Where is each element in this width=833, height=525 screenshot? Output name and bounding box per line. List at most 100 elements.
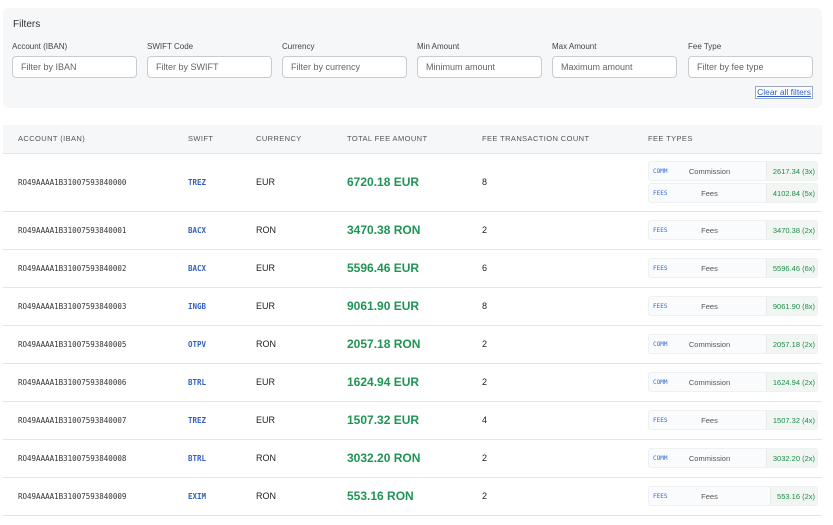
swift-cell: BTRL [188,439,256,478]
header-total-fee[interactable]: TOTAL FEE AMOUNT [347,125,482,154]
fees-table: ACCOUNT (IBAN) SWIFT CURRENCY TOTAL FEE … [3,125,822,516]
fee-code: FEES [653,492,668,500]
fee-name: Commission [688,339,731,349]
swift-cell: TREZ [188,401,256,440]
fee-type-chip: COMM Commission 1624.94 (2x) [648,372,818,392]
fee-types-cell: FEES Fees 5596.46 (6x) [648,249,822,288]
fee-amount: 1624.94 (2x) [765,373,817,391]
fee-count-cell: 6 [482,249,648,288]
total-fee-cell: 5596.46 EUR [347,249,482,288]
table-row[interactable]: RO49AAAA1B31007593840007 TREZ EUR 1507.32 E… [3,401,822,440]
table-row[interactable]: RO49AAAA1B31007593840001 BACX RON 3470.38 R… [3,211,822,250]
account-cell: RO49AAAA1B31007593840009 [3,477,188,516]
fee-code: FEES [653,264,668,272]
fee-name: Commission [688,377,731,387]
fee-type-chip: FEES Fees 4102.84 (5x) [648,183,818,203]
header-swift[interactable]: SWIFT [188,125,256,154]
swift-cell: BACX [188,211,256,250]
header-account[interactable]: ACCOUNT (IBAN) [3,125,188,154]
fee-types-cell: COMM Commission 2057.18 (2x) [648,325,822,364]
filter-max-amount-label: Max Amount [552,42,597,51]
fee-amount: 2617.34 (3x) [765,162,817,180]
fee-type-filter-input[interactable] [688,56,813,78]
fee-type-chip: FEES Fees 9061.90 (8x) [648,296,818,316]
fee-count-cell: 2 [482,477,648,516]
iban-filter-input[interactable] [12,56,137,78]
table-row[interactable]: RO49AAAA1B31007593840000 TREZ EUR 6720.18 E… [3,153,822,212]
account-cell: RO49AAAA1B31007593840000 [3,153,188,212]
min-amount-input[interactable] [417,56,542,78]
total-fee-cell: 3470.38 RON [347,211,482,250]
swift-cell: INGB [188,287,256,326]
currency-cell: EUR [256,363,347,402]
fee-type-chip: FEES Fees 1507.32 (4x) [648,410,818,430]
fee-name: Fees [701,225,718,235]
filter-min-amount-label: Min Amount [417,42,460,51]
account-cell: RO49AAAA1B31007593840005 [3,325,188,364]
filter-fee-type-label: Fee Type [688,42,722,51]
fee-count-cell: 8 [482,153,648,212]
fee-types-cell: COMM Commission 2617.34 (3x) FEES Fees 4102.8… [648,153,822,212]
filter-currency: Currency [282,42,407,78]
account-cell: RO49AAAA1B31007593840006 [3,363,188,402]
fee-name: Fees [701,415,718,425]
fee-type-chip: FEES Fees 553.16 (2x) [648,486,818,506]
currency-filter-input[interactable] [282,56,407,78]
fee-amount: 553.16 (2x) [770,487,817,505]
filters-panel: Filters Account (IBAN) SWIFT Code Curren… [3,8,822,108]
max-amount-input[interactable] [552,56,677,78]
currency-cell: RON [256,439,347,478]
fee-types-cell: COMM Commission 3032.20 (2x) [648,439,822,478]
filters-title: Filters [13,19,41,30]
currency-cell: RON [256,477,347,516]
currency-cell: EUR [256,249,347,288]
fee-count-cell: 2 [482,363,648,402]
fee-type-chip: COMM Commission 2617.34 (3x) [648,161,818,181]
header-fee-types[interactable]: FEE TYPES [648,125,822,154]
table-row[interactable]: RO49AAAA1B31007593840002 BACX EUR 5596.46 E… [3,249,822,288]
fee-count-cell: 4 [482,401,648,440]
fee-name: Fees [701,491,718,501]
swift-cell: OTPV [188,325,256,364]
table-row[interactable]: RO49AAAA1B31007593840008 BTRL RON 3032.20 R… [3,439,822,478]
swift-cell: EXIM [188,477,256,516]
fee-code: COMM [653,378,668,386]
currency-cell: EUR [256,153,347,212]
filter-currency-label: Currency [282,42,315,51]
fee-count-cell: 2 [482,325,648,364]
table-row[interactable]: RO49AAAA1B31007593840006 BTRL EUR 1624.94 E… [3,363,822,402]
fee-code: FEES [653,189,668,197]
table-row[interactable]: RO49AAAA1B31007593840005 OTPV RON 2057.18 R… [3,325,822,364]
header-currency[interactable]: CURRENCY [256,125,347,154]
table-header-row: ACCOUNT (IBAN) SWIFT CURRENCY TOTAL FEE … [3,125,822,154]
total-fee-cell: 3032.20 RON [347,439,482,478]
header-fee-count[interactable]: FEE TRANSACTION COUNT [482,125,648,154]
swift-cell: BACX [188,249,256,288]
swift-filter-input[interactable] [147,56,272,78]
filter-min-amount: Min Amount [417,42,542,78]
account-cell: RO49AAAA1B31007593840007 [3,401,188,440]
fee-code: FEES [653,416,668,424]
fee-type-chip: FEES Fees 3470.38 (2x) [648,220,818,240]
swift-cell: BTRL [188,363,256,402]
fee-amount: 3032.20 (2x) [765,449,817,467]
fee-code: FEES [653,226,668,234]
currency-cell: EUR [256,287,347,326]
fee-type-chip: COMM Commission 2057.18 (2x) [648,334,818,354]
fee-code: COMM [653,167,668,175]
fee-count-cell: 8 [482,287,648,326]
table-row[interactable]: RO49AAAA1B31007593840003 INGB EUR 9061.90 E… [3,287,822,326]
fee-type-chip: FEES Fees 5596.46 (6x) [648,258,818,278]
table-row[interactable]: RO49AAAA1B31007593840009 EXIM RON 553.16 RO… [3,477,822,516]
filter-max-amount: Max Amount [552,42,677,78]
filter-swift: SWIFT Code [147,42,272,78]
account-cell: RO49AAAA1B31007593840003 [3,287,188,326]
fee-types-cell: FEES Fees 1507.32 (4x) [648,401,822,440]
total-fee-cell: 553.16 RON [347,477,482,516]
fee-amount: 4102.84 (5x) [765,184,817,202]
filter-iban: Account (IBAN) [12,42,137,78]
clear-filters-button[interactable]: Clear all filters [755,86,813,99]
total-fee-cell: 9061.90 EUR [347,287,482,326]
fee-name: Commission [688,166,731,176]
fee-name: Fees [701,263,718,273]
